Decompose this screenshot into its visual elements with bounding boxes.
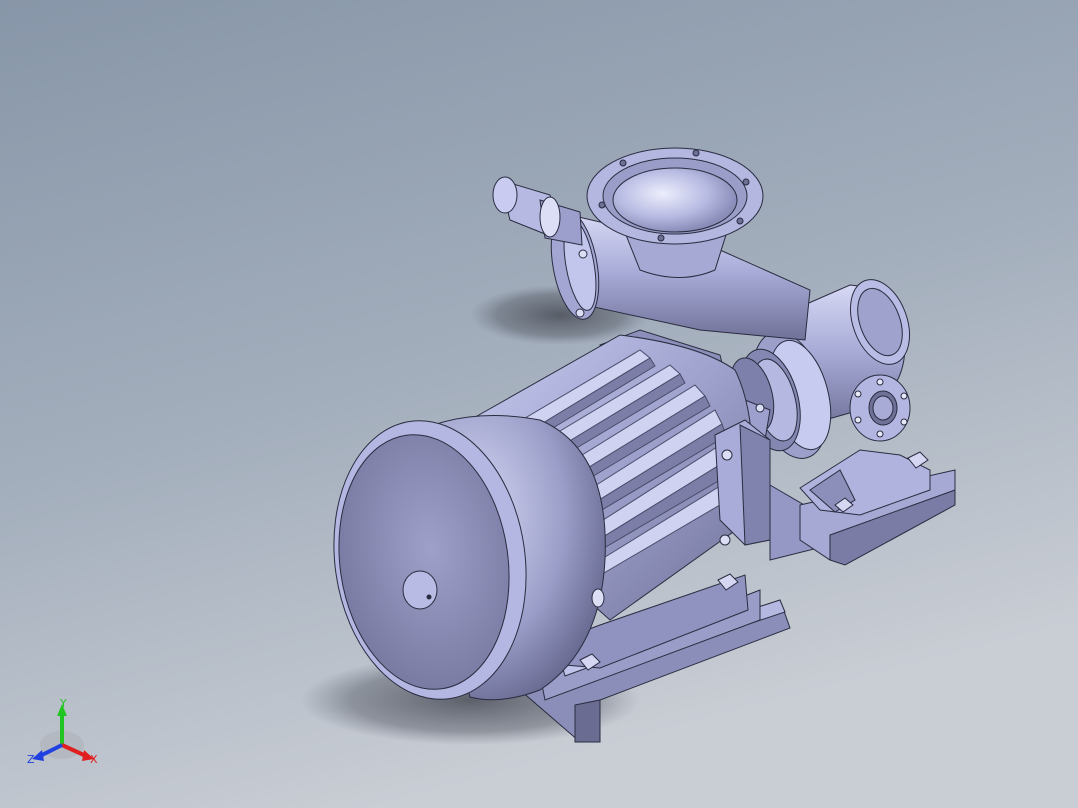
- triad-y-label: Y: [59, 697, 67, 710]
- graphics-viewport[interactable]: Y X Z: [0, 0, 1078, 808]
- triad-z-label: Z: [27, 753, 35, 766]
- pump-assembly-model[interactable]: Y X Z: [0, 0, 1078, 808]
- triad-x-label: X: [90, 753, 98, 766]
